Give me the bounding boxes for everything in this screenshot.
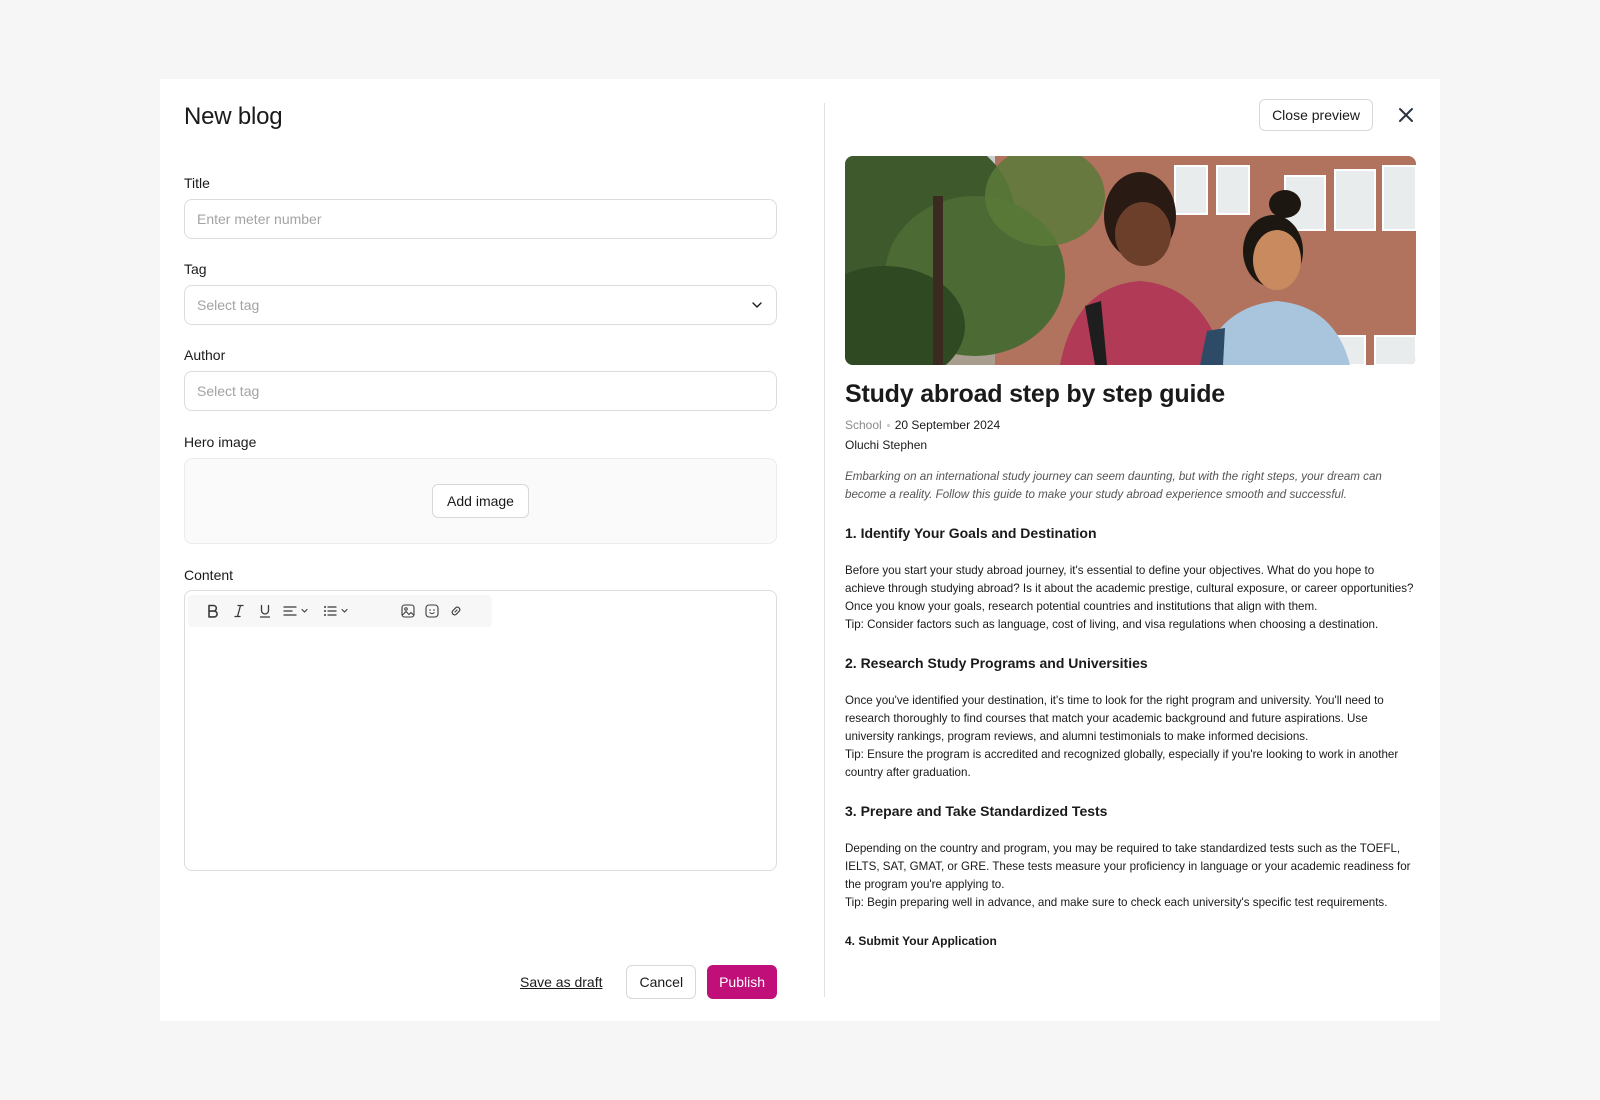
post-title: Study abroad step by step guide bbox=[845, 380, 1225, 408]
hero-image-dropzone[interactable]: Add image bbox=[184, 458, 777, 544]
section-tip: Tip: Ensure the program is accredited an… bbox=[845, 748, 1399, 779]
save-as-draft-link[interactable]: Save as draft bbox=[520, 974, 603, 990]
add-image-button[interactable]: Add image bbox=[432, 484, 529, 518]
title-label: Title bbox=[184, 175, 210, 191]
tag-label: Tag bbox=[184, 261, 207, 277]
link-icon[interactable] bbox=[448, 599, 464, 623]
align-left-icon[interactable] bbox=[282, 599, 314, 623]
close-icon[interactable] bbox=[1396, 105, 1416, 125]
blog-form: New blog Title Tag Select tag Author Her… bbox=[184, 79, 777, 1021]
vertical-divider bbox=[824, 103, 825, 997]
publish-button[interactable]: Publish bbox=[707, 965, 777, 999]
section-body: Before you start your study abroad journ… bbox=[845, 564, 1414, 613]
section-heading: 3. Prepare and Take Standardized Tests bbox=[845, 803, 1108, 819]
page-title: New blog bbox=[184, 103, 283, 130]
bold-icon[interactable] bbox=[204, 599, 222, 623]
hero-image bbox=[845, 156, 1416, 365]
post-tag: School bbox=[845, 418, 882, 432]
close-preview-button[interactable]: Close preview bbox=[1259, 99, 1373, 131]
separator-dot bbox=[886, 423, 890, 427]
post-date: 20 September 2024 bbox=[894, 418, 1001, 432]
chevron-down-icon bbox=[752, 302, 762, 308]
italic-icon[interactable] bbox=[230, 599, 248, 623]
section-heading: 4. Submit Your Application bbox=[845, 934, 997, 948]
underline-icon[interactable] bbox=[256, 599, 274, 623]
post-author: Oluchi Stephen bbox=[845, 438, 928, 452]
new-blog-modal: New blog Title Tag Select tag Author Her… bbox=[160, 79, 1440, 1021]
author-label: Author bbox=[184, 347, 226, 363]
image-icon[interactable] bbox=[400, 599, 416, 623]
post-meta: School 20 September 2024 bbox=[845, 418, 1000, 432]
section-paragraph: Once you've identified your destination,… bbox=[845, 692, 1416, 782]
content-label: Content bbox=[184, 567, 234, 583]
section-tip: Tip: Begin preparing well in advance, an… bbox=[845, 896, 1388, 909]
emoji-icon[interactable] bbox=[424, 599, 440, 623]
post-body: Embarking on an international study jour… bbox=[845, 468, 1416, 950]
author-input[interactable] bbox=[197, 383, 764, 399]
section-tip: Tip: Consider factors such as language, … bbox=[845, 618, 1379, 631]
cancel-button[interactable]: Cancel bbox=[626, 965, 697, 999]
editor-toolbar bbox=[188, 595, 492, 627]
bullet-list-icon[interactable] bbox=[322, 599, 354, 623]
title-input[interactable] bbox=[197, 211, 764, 227]
section-paragraph: Depending on the country and program, yo… bbox=[845, 840, 1416, 912]
content-editor[interactable] bbox=[184, 590, 777, 871]
blog-preview: Close preview Study abroad step by step … bbox=[845, 79, 1416, 1021]
section-body: Once you've identified your destination,… bbox=[845, 694, 1384, 743]
tag-select[interactable]: Select tag bbox=[184, 285, 777, 325]
section-body: Depending on the country and program, yo… bbox=[845, 842, 1411, 891]
section-heading: 2. Research Study Programs and Universit… bbox=[845, 655, 1148, 671]
form-actions: Save as draft Cancel Publish bbox=[520, 965, 777, 999]
hero-image-label: Hero image bbox=[184, 434, 257, 450]
author-field[interactable] bbox=[184, 371, 777, 411]
tag-select-placeholder: Select tag bbox=[197, 297, 260, 313]
title-field[interactable] bbox=[184, 199, 777, 239]
post-intro: Embarking on an international study jour… bbox=[845, 470, 1382, 501]
section-heading: 1. Identify Your Goals and Destination bbox=[845, 525, 1097, 541]
section-paragraph: Before you start your study abroad journ… bbox=[845, 562, 1416, 634]
